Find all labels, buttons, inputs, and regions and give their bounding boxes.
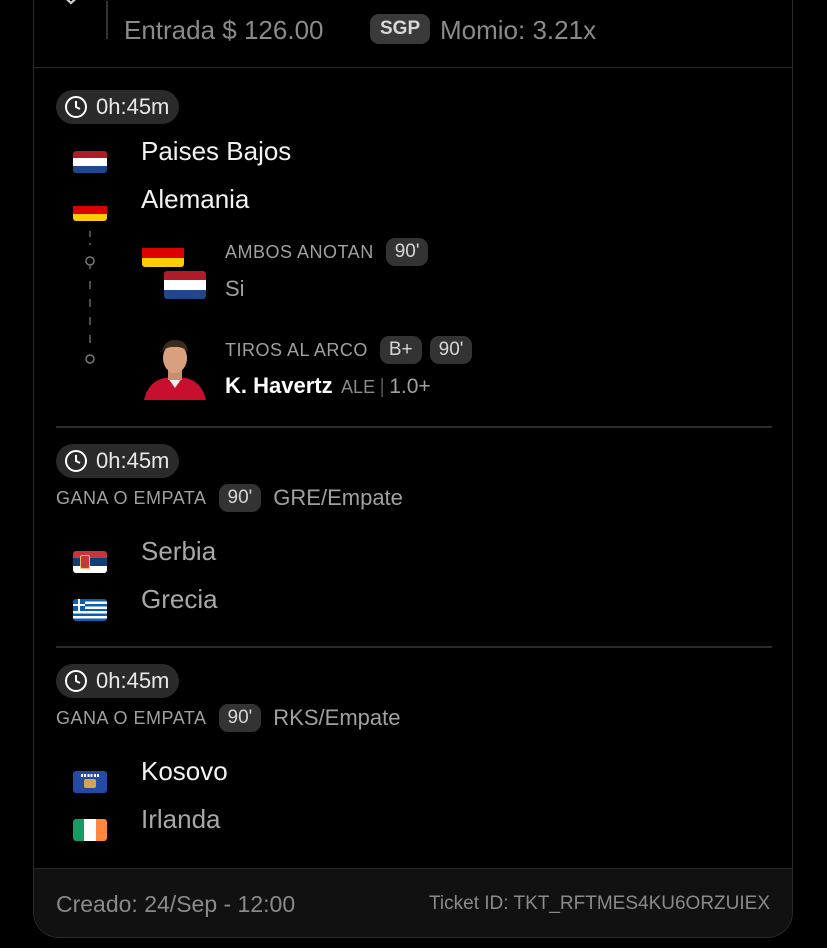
leg-header: AMBOS ANOTAN 90' [225, 238, 429, 266]
germany-flag [73, 199, 107, 221]
leg-flags [142, 239, 184, 267]
team-row: Serbia [73, 536, 216, 573]
clock-icon [65, 96, 87, 118]
pick-value: Si [225, 276, 245, 301]
germany-flag [142, 239, 184, 267]
player-name: K. Havertz [225, 373, 333, 398]
bet-timer: 0h:45m [56, 90, 180, 124]
market-label: GANA O EMPATA [56, 487, 207, 508]
team-row: Irlanda [73, 804, 221, 841]
bet-timer: 0h:45m [56, 444, 180, 478]
ticket-footer: Creado: 24/Sep - 12:00 Ticket ID: TKT_RF… [34, 868, 792, 937]
team-name: Irlanda [141, 804, 221, 834]
market-row: GANA O EMPATA 90' RKS/Empate [56, 704, 400, 732]
netherlands-flag [73, 151, 107, 173]
timer-text: 0h:45m [96, 668, 170, 693]
team-name: Alemania [141, 184, 250, 214]
ticket-header: Entrada $ 126.00 SGP Momio: 3.21x [34, 0, 792, 68]
market-label: AMBOS ANOTAN [225, 241, 374, 262]
team-name: Grecia [141, 584, 218, 614]
ticket-id: Ticket ID: TKT_RFTMES4KU6ORZUIEX [429, 893, 770, 914]
period-badge: 90' [218, 704, 262, 732]
market-label: TIROS AL ARCO [225, 339, 368, 360]
line-value: 1.0+ [389, 375, 431, 398]
greece-flag [73, 599, 107, 621]
leg-header: TIROS AL ARCO B+ 90' [225, 336, 473, 364]
team-name: Serbia [141, 536, 217, 566]
leg-flags [164, 271, 206, 299]
close-icon[interactable] [58, 0, 84, 7]
team-row: Alemania [73, 184, 249, 221]
team-row: Paises Bajos [73, 136, 291, 173]
market-label: GANA O EMPATA [56, 707, 207, 728]
team-row: Grecia [73, 584, 218, 621]
team-name: Kosovo [141, 756, 228, 786]
timer-text: 0h:45m [96, 448, 170, 473]
odds-value: Momio: 3.21x [440, 15, 597, 45]
timer-text: 0h:45m [96, 94, 170, 119]
separator: | [379, 376, 385, 398]
header-divider [106, 1, 108, 39]
bet-timer: 0h:45m [56, 664, 180, 698]
sgp-badge: SGP [370, 14, 431, 44]
bet-divider [56, 646, 772, 648]
clock-icon [65, 670, 87, 692]
team-name: Paises Bajos [141, 136, 292, 166]
team-row: Kosovo [73, 756, 228, 793]
player-avatar [142, 334, 208, 400]
serbia-flag [73, 551, 107, 573]
team-abbr: ALE [341, 377, 376, 397]
bet-divider [56, 426, 772, 428]
kosovo-flag [73, 771, 107, 793]
pick-value: RKS/Empate [273, 705, 401, 730]
bet-ticket-card: Entrada $ 126.00 SGP Momio: 3.21x 0h:45m… [33, 0, 793, 938]
clock-icon [65, 450, 87, 472]
player-line: K. Havertz ALE | 1.0+ [225, 373, 431, 399]
timeline-connector [85, 231, 95, 364]
period-badge: 90' [429, 336, 473, 364]
ireland-flag [73, 819, 107, 841]
market-row: GANA O EMPATA 90' GRE/Empate [56, 484, 403, 512]
entry-amount: Entrada $ 126.00 [124, 15, 324, 45]
rating-badge: B+ [379, 336, 422, 364]
pick-value: GRE/Empate [273, 485, 403, 510]
netherlands-flag [164, 271, 206, 299]
period-badge: 90' [218, 484, 262, 512]
period-badge: 90' [385, 238, 429, 266]
created-date: Creado: 24/Sep - 12:00 [56, 891, 296, 917]
